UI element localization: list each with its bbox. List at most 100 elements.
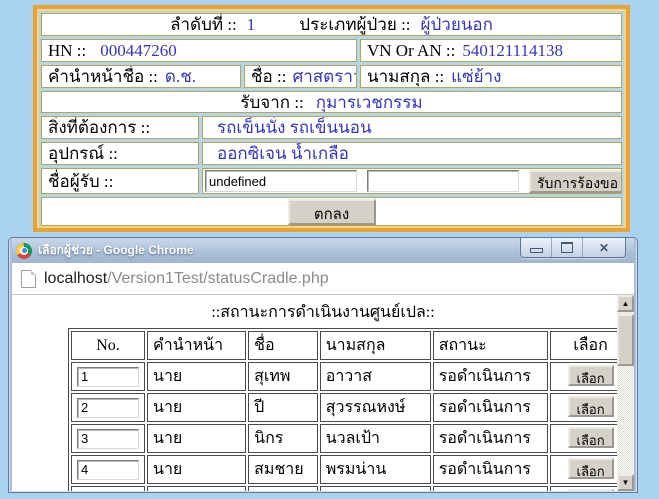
prefix-label: คำนำหน้าชื่อ :: [48, 67, 158, 86]
minimize-icon [529, 248, 543, 253]
firstname-value: ศาสตราวุธ [292, 67, 356, 86]
row-prefix: นาย [147, 393, 247, 422]
header-surname: นามสกุล [319, 331, 431, 360]
window-controls: ✕ [520, 238, 626, 258]
row-status: รอดำเนินการ [432, 362, 549, 391]
header-prefix: คำนำหน้า [147, 331, 247, 360]
row-surname: อาวาส [319, 362, 431, 391]
ok-button[interactable]: ตกลง [287, 198, 376, 225]
header-name: ชื่อ [248, 331, 318, 360]
patient-type-value: ผู้ป่วยนอก [420, 15, 493, 34]
need-label-cell: สิ่งที่ต้องการ :: [41, 116, 199, 139]
row-number-input[interactable] [77, 428, 139, 449]
minimize-button[interactable] [521, 238, 551, 257]
row-prefix: นาย [147, 486, 247, 491]
patient-type-label: ประเภทผู้ป่วย :: [299, 15, 411, 34]
row-name: สุเทพ [248, 362, 318, 391]
surname-cell: นามสกุล :: แซ่ย้าง [360, 65, 622, 88]
receiver-input-cell: รับการร้องขอ [202, 168, 622, 194]
hn-label: HN :: [48, 40, 87, 60]
need-value: รถเข็นนั่ง รถเข็นนอน [217, 118, 372, 137]
surname-label: นามสกุล :: [367, 67, 445, 86]
page-heading: ::สถานะการดำเนินงานศูนย์เปล:: [211, 304, 435, 321]
row-prefix: นาย [147, 424, 247, 453]
row-surname [319, 486, 431, 491]
desktop: ลำดับที่ :: 1 ประเภทผู้ป่วย :: ผู้ป่วยนอ… [0, 0, 659, 499]
equipment-label-cell: อุปกรณ์ :: [41, 142, 199, 165]
sequence-value: 1 [246, 14, 256, 34]
chrome-logo-icon [16, 242, 32, 259]
scroll-down-button[interactable]: ▼ [617, 474, 634, 491]
window-title: เลือกผู้ช่วย - Google Chrome [38, 243, 194, 257]
scrollbar-thumb[interactable] [617, 314, 634, 366]
prefix-cell: คำนำหน้าชื่อ :: ด.ช. [41, 65, 241, 88]
row-status: รอดำเนินการ [432, 424, 549, 453]
received-from-label: รับจาก :: [240, 92, 304, 112]
address-bar[interactable]: localhost/Version1Test/statusCradle.php [12, 263, 634, 295]
url-text: localhost/Version1Test/statusCradle.php [44, 270, 329, 288]
vertical-scrollbar[interactable]: ▲ ▼ [617, 295, 634, 491]
table-row: นาย นิกร นวลเป้า รอดำเนินการ เลือก [71, 424, 631, 453]
status-table-body: นาย สุเทพ อาวาส รอดำเนินการ เลือก นาย ปี… [71, 362, 631, 491]
table-row: นาย สุเทพ อาวาส รอดำเนินการ เลือก [71, 362, 631, 391]
window-titlebar[interactable]: เลือกผู้ช่วย - Google Chrome ✕ [12, 238, 634, 263]
header-no: No. [71, 331, 145, 360]
table-row: นาย สมชาย พรมน่าน รอดำเนินการ เลือก [71, 455, 631, 484]
receiver-label: ชื่อผู้รับ :: [48, 171, 114, 191]
sequence-label: ลำดับที่ :: [170, 15, 237, 34]
status-table: No. คำนำหน้า ชื่อ นามสกุล สถานะ เลือก นา… [68, 328, 634, 491]
receiver-name-input[interactable] [205, 170, 357, 192]
select-button[interactable]: เลือก [567, 396, 614, 417]
received-from-value: กุมารเวชกรรม [315, 92, 423, 112]
chrome-popup-window: เลือกผู้ช่วย - Google Chrome ✕ localhost… [8, 237, 638, 493]
hn-value: 000447260 [100, 40, 177, 60]
row-name [248, 486, 318, 491]
table-row: นาย ปี สุวรรณหงษ์ รอดำเนินการ เลือก [71, 393, 631, 422]
table-row: นาย รอดำเนินการ เลือก [71, 486, 631, 491]
row-number-input[interactable] [77, 397, 139, 418]
row-prefix: นาย [147, 455, 247, 484]
ok-row: ตกลง [41, 197, 622, 226]
row-number-input[interactable] [77, 366, 139, 387]
equipment-value: ออกซิเจน น้ำเกลือ [217, 144, 349, 163]
firstname-cell: ชื่อ :: ศาสตราวุธ [244, 65, 357, 88]
hn-cell: HN :: 000447260 [41, 39, 357, 62]
url-path: /Version1Test/statusCradle.php [107, 269, 329, 287]
url-host: localhost [44, 269, 108, 287]
row-surname: สุวรรณหงษ์ [319, 393, 431, 422]
row-number-input[interactable] [77, 490, 139, 491]
prefix-value: ด.ช. [164, 67, 196, 86]
equipment-label: อุปกรณ์ :: [48, 144, 118, 163]
select-button[interactable]: เลือก [567, 458, 614, 479]
select-button[interactable]: เลือก [567, 365, 614, 386]
table-header-row: No. คำนำหน้า ชื่อ นามสกุล สถานะ เลือก [71, 331, 631, 360]
receiver-extra-input[interactable] [367, 170, 519, 192]
select-button[interactable]: เลือก [567, 489, 614, 491]
row-name: นิกร [248, 424, 318, 453]
page-content: ::สถานะการดำเนินงานศูนย์เปล:: No. คำนำหน… [12, 295, 634, 491]
row-number-input[interactable] [77, 459, 139, 480]
row-status: รอดำเนินการ [432, 393, 549, 422]
row-surname: พรมน่าน [319, 455, 431, 484]
close-icon: ✕ [598, 240, 610, 255]
close-button[interactable]: ✕ [582, 238, 625, 257]
firstname-label: ชื่อ :: [251, 67, 287, 86]
select-button[interactable]: เลือก [567, 427, 614, 448]
need-value-cell: รถเข็นนั่ง รถเข็นนอน [202, 116, 622, 139]
page-document-icon [21, 269, 36, 288]
surname-value: แซ่ย้าง [451, 67, 502, 86]
patient-request-form: ลำดับที่ :: 1 ประเภทผู้ป่วย :: ผู้ป่วยนอ… [33, 5, 630, 232]
vn-cell: VN Or AN :: 540121114138 [360, 39, 622, 62]
row-surname: นวลเป้า [319, 424, 431, 453]
maximize-icon [561, 242, 573, 253]
sequence-type-row: ลำดับที่ :: 1 ประเภทผู้ป่วย :: ผู้ป่วยนอ… [41, 13, 622, 36]
header-status: สถานะ [432, 331, 549, 360]
maximize-button[interactable] [551, 238, 582, 257]
vn-label: VN Or AN :: [367, 40, 456, 60]
row-status: รอดำเนินการ [432, 486, 549, 491]
scroll-up-button[interactable]: ▲ [617, 295, 634, 312]
received-from-cell: รับจาก :: กุมารเวชกรรม [41, 91, 622, 113]
accept-request-button[interactable]: รับการร้องขอ [529, 169, 621, 193]
vn-value: 540121114138 [462, 40, 564, 60]
row-status: รอดำเนินการ [432, 455, 549, 484]
